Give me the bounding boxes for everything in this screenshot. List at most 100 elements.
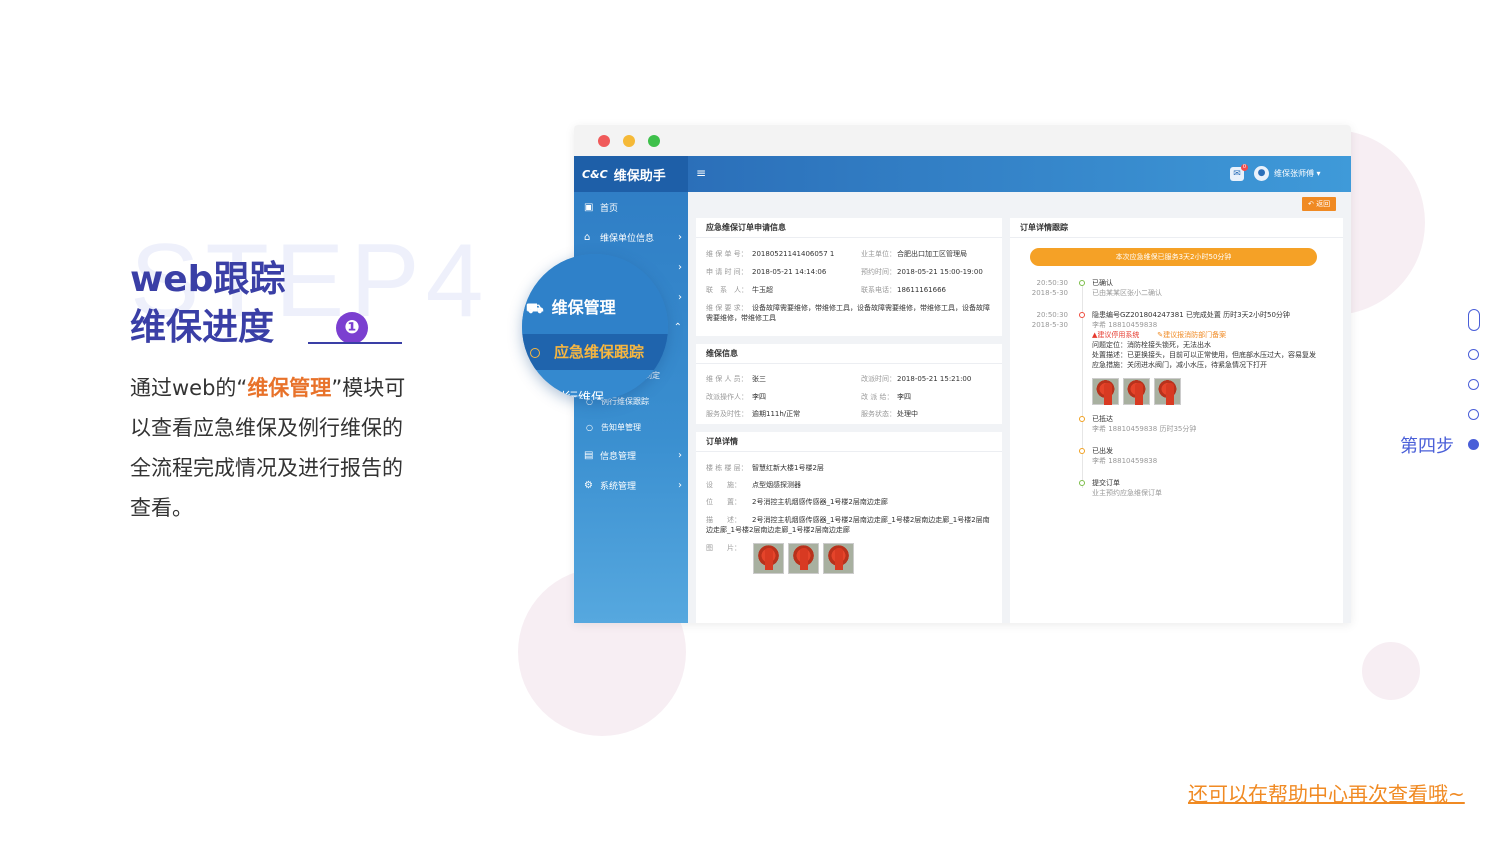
owner-unit: 业主单位：合肥出口加工区管理局 (861, 249, 967, 259)
timeline-time: 20:50:30 2018-5-30 (1020, 278, 1068, 298)
field-value: 20180521141406057 1 (752, 250, 835, 258)
circle-icon: ○ (586, 422, 593, 432)
back-button[interactable]: ↶ 返回 (1302, 197, 1337, 211)
main-content: ↶ 返回 应急维保订单申请信息 维 保 单 号： 2018052114140605… (688, 192, 1351, 623)
contact-phone: 联系电话：18611161666 (861, 285, 946, 295)
step-indicator-current[interactable] (1468, 439, 1479, 450)
field-label: 联 系 人： (706, 286, 748, 294)
field-value: 2号消控主机烟感传感器_1号楼2层南边走廊 (752, 498, 888, 506)
event-sub: 李希 18810459838 历时35分钟 (1092, 425, 1197, 433)
date-text: 2018-5-30 (1031, 321, 1068, 329)
top-bar: ≡ ✉ 0 ● 维保张师傅 ▾ (688, 156, 1351, 192)
chevron-right-icon: › (678, 261, 682, 273)
card-title: 订单详情 (696, 432, 1002, 452)
photos-label: 图 片： (706, 543, 752, 553)
timeline-dot (1079, 416, 1085, 422)
timeline-event-handled: 隐患编号GZ201804247381 已完成处置 历时3天2小时50分钟 李希 … (1092, 310, 1337, 370)
photo-thumbnail[interactable] (753, 543, 784, 574)
order-detail-card: 订单详情 楼 栋 楼 层： 智慧红新大楼1号楼2层 设 施： 点型烟感探测器 位 置… (696, 432, 1002, 623)
timeline-dot (1079, 280, 1085, 286)
headline: web跟踪 维保进度 (130, 256, 285, 352)
building-floor: 楼 栋 楼 层： 智慧红新大楼1号楼2层 (706, 463, 824, 473)
field-label: 业主单位： (861, 250, 896, 258)
browser-window: C&C 维保助手 ▣首页 ⌂维保单位信息› ▤› ▤› ▤⌃ 制定 ○例行维保跟… (574, 125, 1351, 623)
field-label: 申 请 时 间： (706, 268, 748, 276)
timeline-event-arrived: 已抵达 李希 18810459838 历时35分钟 (1092, 414, 1196, 434)
desc-highlight: 维保管理 (247, 376, 332, 400)
event-sub: 李希 18810459838 (1092, 457, 1158, 465)
warning-text: ▲建议停用系统 (1092, 331, 1140, 339)
sidebar-item-home[interactable]: ▣ 首页 (574, 192, 688, 222)
maintenance-person: 维 保 人 员： 张三 (706, 374, 766, 384)
event-sub: 业主预约应急维保订单 (1092, 489, 1162, 497)
field-value: 牛玉超 (752, 286, 773, 294)
desc-before: 通过web的“ (130, 376, 248, 400)
time-text: 20:50:30 (1036, 279, 1068, 287)
chevron-right-icon: › (678, 291, 682, 303)
booking-time: 预约时间：2018-05-21 15:00-19:00 (861, 267, 983, 277)
maximize-window-dot[interactable] (648, 135, 660, 147)
field-label: 改派时间： (861, 375, 896, 383)
sidebar-item-unit-info[interactable]: ⌂ 维保单位信息 › (574, 222, 688, 252)
card-title: 应急维保订单申请信息 (696, 218, 1002, 238)
field-value: 张三 (752, 375, 766, 383)
sidebar-item-info-management[interactable]: ▤ 信息管理 › (574, 440, 688, 470)
sidebar-sub-label: 告知单管理 (601, 422, 641, 432)
magnifier-menu-routine[interactable]: 例行维保 (552, 387, 604, 400)
location: 位 置： 2号消控主机烟感传感器_1号楼2层南边走廊 (706, 497, 888, 507)
step-indicator-1[interactable] (1468, 309, 1480, 331)
field-value: 逾期111h/正常 (752, 410, 801, 418)
headline-line1: web跟踪 (130, 259, 286, 300)
current-step-label: 第四步 (1400, 436, 1454, 457)
event-detail: 问题定位：消防栓接头锁死，无法出水 (1092, 341, 1211, 349)
user-menu[interactable]: 维保张师傅 ▾ (1274, 168, 1321, 179)
truck-icon: ⛟ (526, 301, 544, 317)
event-detail: 处置描述：已更换接头，目前可以正常使用，但底部水压过大，容易复发 (1092, 351, 1316, 359)
event-title: 已出发 (1092, 447, 1113, 455)
field-label: 图 片： (706, 544, 741, 552)
step-indicator-2[interactable] (1468, 349, 1479, 360)
avatar[interactable]: ● (1254, 166, 1269, 181)
message-badge: 0 (1241, 164, 1248, 171)
description: 通过web的“维保管理”模块可以查看应急维保及例行维保的全流程完成情况及进行报告… (130, 368, 410, 528)
sidebar-sub-notice[interactable]: ○ 告知单管理 (574, 414, 688, 440)
step-indicator-3[interactable] (1468, 379, 1479, 390)
menu-toggle-icon[interactable]: ≡ (696, 166, 706, 180)
slide: STEP4 web跟踪 维保进度 ❶ 通过web的“维保管理”模块可以查看应急维… (0, 0, 1500, 842)
tip-text: ✎建议报消防部门备案 (1157, 331, 1227, 339)
magnifier-menu-emergency-tracking[interactable]: 应急维保跟踪 (522, 334, 668, 370)
sidebar-item-label: 维保单位信息 (600, 233, 655, 244)
event-title: 提交订单 (1092, 479, 1120, 487)
timeline-event-departed: 已出发李希 18810459838 (1092, 446, 1157, 466)
sidebar-item-label: 信息管理 (600, 451, 637, 462)
photo-thumbnail[interactable] (1092, 378, 1119, 405)
minimize-window-dot[interactable] (623, 135, 635, 147)
event-sub: 已由某某区张小二确认 (1092, 289, 1162, 297)
field-value: 2018-05-21 14:14:06 (752, 268, 827, 276)
field-value: 18611161666 (897, 286, 946, 294)
photo-thumbnail[interactable] (1154, 378, 1181, 405)
date-text: 2018-5-30 (1031, 289, 1068, 297)
service-status: 服务状态：处理中 (861, 409, 918, 419)
help-center-link[interactable]: 还可以在帮助中心再次查看哦~ (1188, 778, 1465, 807)
browser-titlebar (574, 125, 1351, 156)
brand-logo-icon: C&C (582, 167, 608, 181)
field-label: 服务及时性： (706, 410, 748, 418)
photo-gallery (753, 543, 854, 574)
magnifier-menu-maintenance[interactable]: ⛟ 维保管理 (526, 294, 616, 319)
close-window-dot[interactable] (598, 135, 610, 147)
photo-thumbnail[interactable] (1123, 378, 1150, 405)
field-label: 设 施： (706, 481, 741, 489)
timeline-dot (1079, 480, 1085, 486)
photo-thumbnail[interactable] (788, 543, 819, 574)
decor-bubble-small (1362, 642, 1420, 700)
event-detail: 应急措施：关闭进水阀门，减小水压，待紧急情况下打开 (1092, 361, 1267, 369)
timeline-event-confirmed: 已确认 已由某某区张小二确认 (1092, 278, 1162, 298)
photo-thumbnail[interactable] (823, 543, 854, 574)
tracking-photo-gallery (1092, 378, 1181, 405)
sidebar-item-system[interactable]: ⚙ 系统管理 › (574, 470, 688, 500)
step-indicator-4[interactable] (1468, 409, 1479, 420)
timeline-event-submitted: 提交订单业主预约应急维保订单 (1092, 478, 1162, 498)
brand[interactable]: C&C 维保助手 (574, 156, 688, 192)
magnifier-callout: ⛟ 维保管理 应急维保跟踪 例行维保 (522, 254, 668, 400)
